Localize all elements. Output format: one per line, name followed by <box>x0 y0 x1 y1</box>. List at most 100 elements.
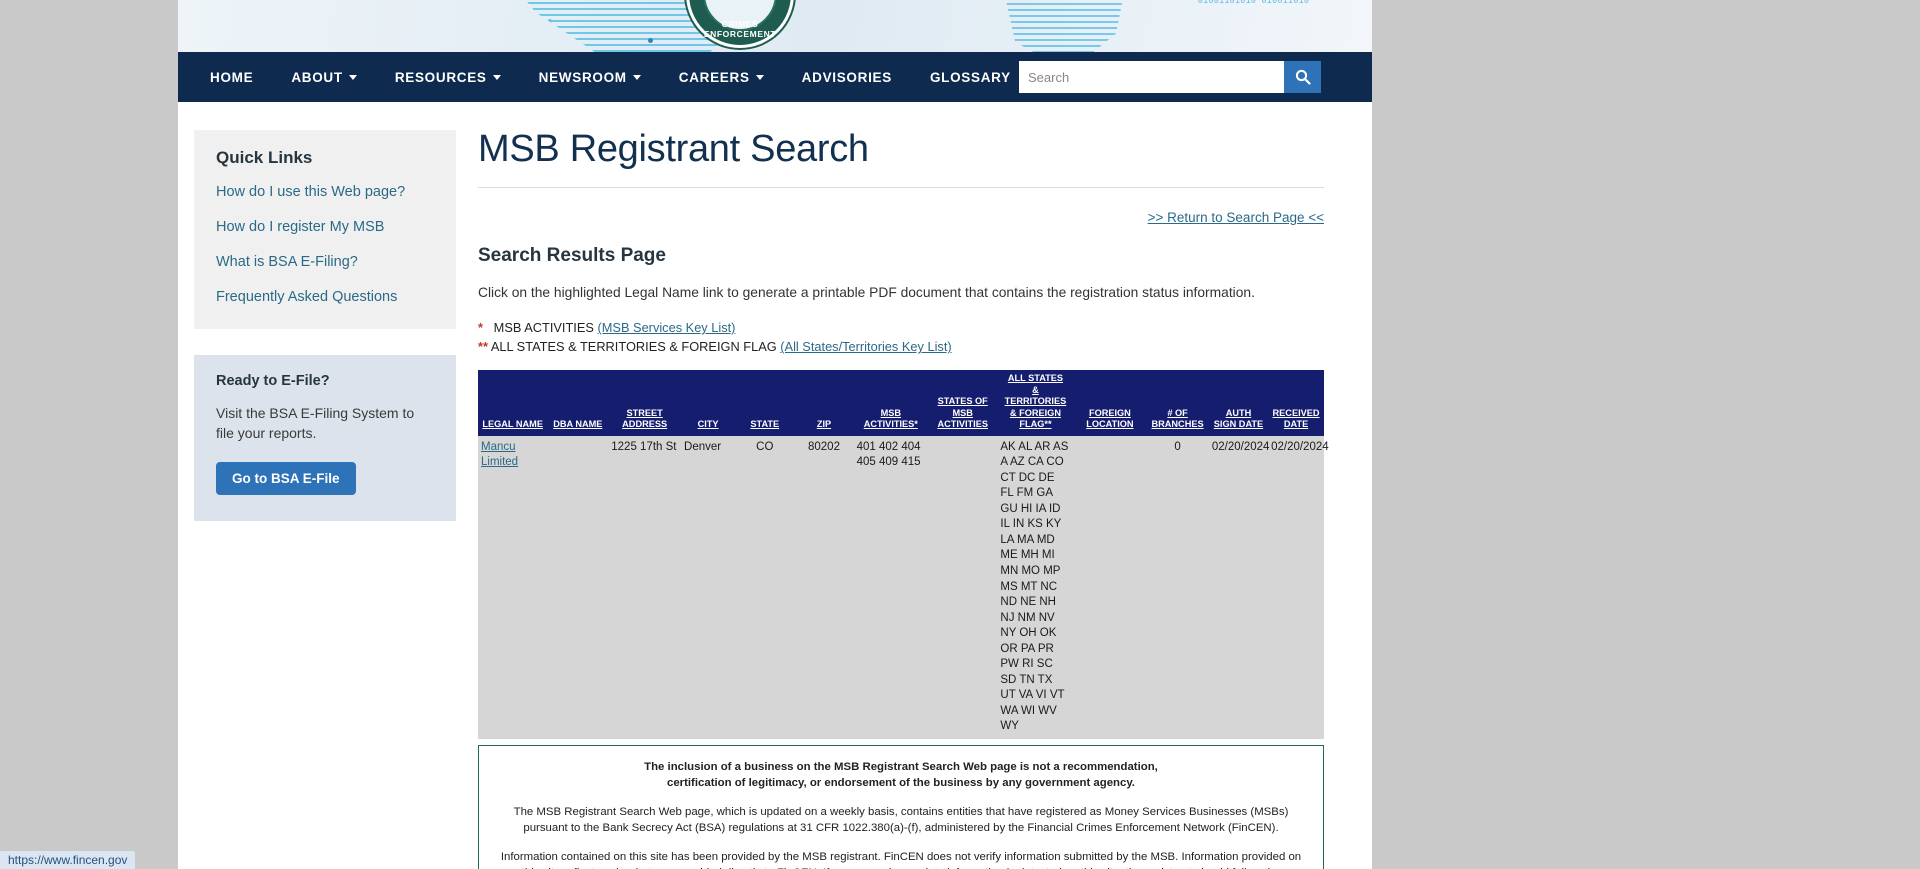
cell-dba-name <box>547 435 609 739</box>
col-msb-activities[interactable]: MSB ACTIVITIES* <box>853 370 929 436</box>
chevron-down-icon <box>632 74 641 80</box>
col-foreign-location-line2: LOCATION <box>1086 419 1134 430</box>
col-num-branches-line1: # OF <box>1167 407 1188 418</box>
sidebar-item-use-web-page[interactable]: How do I use this Web page? <box>216 184 434 200</box>
chevron-down-icon <box>348 74 357 80</box>
col-num-branches[interactable]: # OF BRANCHES <box>1146 370 1209 436</box>
search-input[interactable] <box>1019 61 1284 93</box>
banner-map-graphic-secondary <box>1004 0 1125 52</box>
fincen-seal-label: CRIMES ENFORCEMENT <box>703 19 777 39</box>
double-asterisk-marker: ** <box>478 339 488 355</box>
results-table: LEGAL NAME DBA NAME STREET ADDRESS CITY … <box>478 370 1329 739</box>
col-states-of-msb-line3: ACTIVITIES <box>937 419 988 430</box>
sidebar-item-what-is-bsa-efiling[interactable]: What is BSA E-Filing? <box>216 254 434 270</box>
col-received-date-line1: RECEIVED <box>1272 407 1320 418</box>
msb-services-key-list-link[interactable]: (MSB Services Key List) <box>597 320 735 335</box>
sidebar-item-faq[interactable]: Frequently Asked Questions <box>216 289 434 305</box>
col-all-states-line3: TERRITORIES <box>1004 396 1067 407</box>
site-search <box>1019 61 1321 93</box>
chevron-down-icon <box>755 74 764 80</box>
disclaimer-title: The inclusion of a business on the MSB R… <box>499 759 1303 792</box>
col-received-date[interactable]: RECEIVED DATE <box>1268 370 1324 436</box>
cell-auth-sign-date: 02/20/2024 <box>1208 435 1269 739</box>
cell-foreign-location <box>1073 435 1147 739</box>
all-states-key-label: ALL STATES & TERRITORIES & FOREIGN FLAG <box>490 339 777 355</box>
nav-item-advisories[interactable]: ADVISORIES <box>802 70 892 85</box>
key-legend: * MSB ACTIVITIES (MSB Services Key List)… <box>478 318 1324 356</box>
all-states-key-list-link[interactable]: (All States/Territories Key List) <box>780 339 951 354</box>
col-received-date-line2: DATE <box>1283 419 1309 430</box>
return-to-search-page-link[interactable]: >> Return to Search Page << <box>478 210 1324 225</box>
chevron-down-icon <box>492 74 501 80</box>
col-city-line1: CITY <box>697 419 719 430</box>
col-state[interactable]: STATE <box>735 370 795 436</box>
col-street-address-line1: STREET <box>626 407 663 418</box>
col-legal-name[interactable]: LEGAL NAME <box>478 370 548 436</box>
nav-item-home[interactable]: HOME <box>210 70 253 85</box>
cell-city: Denver <box>681 435 736 739</box>
search-icon <box>1295 69 1311 85</box>
quick-links-title: Quick Links <box>216 148 313 167</box>
nav-item-resources-label: RESOURCES <box>394 69 487 85</box>
cell-num-branches: 0 <box>1146 435 1209 739</box>
page-title: MSB Registrant Search <box>478 128 869 170</box>
col-dba-name-line1: DBA NAME <box>553 419 603 430</box>
col-all-states-line4: & FOREIGN <box>1009 407 1061 418</box>
col-all-states-line2: & <box>1032 384 1039 395</box>
quick-links-card: Quick Links How do I use this Web page? … <box>194 130 456 329</box>
efile-card: Ready to E-File? Visit the BSA E-Filing … <box>194 355 456 521</box>
nav-item-newsroom[interactable]: NEWSROOM <box>539 70 641 85</box>
disclaimer-paragraph-1: The MSB Registrant Search Web page, whic… <box>513 805 1289 835</box>
site-banner: 0000011 010001 CRIMES ENFORCEMENT 010011… <box>178 0 1372 52</box>
msb-activities-key-label: MSB ACTIVITIES <box>493 320 594 335</box>
disclaimer-title-line2: certification of legitimacy, or endorsem… <box>667 777 1135 790</box>
page-root: 0000011 010001 CRIMES ENFORCEMENT 010011… <box>0 0 1920 869</box>
col-foreign-location-line1: FOREIGN <box>1088 407 1131 418</box>
col-all-states-territories-foreign-flag[interactable]: ALL STATES & TERRITORIES & FOREIGN FLAG*… <box>997 370 1074 436</box>
col-state-line1: STATE <box>750 419 780 430</box>
cell-state: CO <box>735 435 795 739</box>
results-intro-text: Click on the highlighted Legal Name link… <box>478 285 1255 300</box>
search-button[interactable] <box>1284 61 1321 93</box>
disclaimer-paragraph-2: Information contained on this site has b… <box>500 850 1302 869</box>
main-navigation: HOME ABOUT RESOURCES NEWSROOM CAREERS AD… <box>178 52 1372 102</box>
results-header-row: LEGAL NAME DBA NAME STREET ADDRESS CITY … <box>478 370 1324 436</box>
cell-street-address: 1225 17th St <box>608 435 682 739</box>
results-table-body: Mancu Limited 1225 17th St Denver CO 802… <box>478 435 1329 739</box>
col-city[interactable]: CITY <box>681 370 736 436</box>
go-to-bsa-efile-button[interactable]: Go to BSA E-File <box>216 461 356 495</box>
col-msb-activities-line2: ACTIVITIES* <box>863 419 918 430</box>
col-all-states-line1: ALL STATES <box>1007 373 1064 384</box>
results-table-header: LEGAL NAME DBA NAME STREET ADDRESS CITY … <box>478 370 1324 436</box>
nav-item-about[interactable]: ABOUT <box>291 70 357 85</box>
col-foreign-location[interactable]: FOREIGN LOCATION <box>1073 370 1147 436</box>
col-street-address[interactable]: STREET ADDRESS <box>608 370 682 436</box>
nav-item-advisories-label: ADVISORIES <box>801 69 892 85</box>
legal-name-link[interactable]: Mancu Limited <box>481 441 518 469</box>
nav-item-glossary-label: GLOSSARY <box>929 69 1011 85</box>
col-states-of-msb-line2: MSB <box>952 407 973 418</box>
cell-states-of-msb-activities <box>928 435 998 739</box>
efile-card-title: Ready to E-File? <box>216 373 330 389</box>
col-dba-name[interactable]: DBA NAME <box>547 370 609 436</box>
col-legal-name-line1: LEGAL NAME <box>482 419 543 430</box>
nav-item-careers[interactable]: CAREERS <box>679 70 764 85</box>
nav-item-home-label: HOME <box>210 69 254 85</box>
site-viewport: 0000011 010001 CRIMES ENFORCEMENT 010011… <box>178 0 1372 869</box>
single-asterisk-marker: * <box>478 320 483 335</box>
sidebar: Quick Links How do I use this Web page? … <box>178 102 456 869</box>
sidebar-item-register-msb[interactable]: How do I register My MSB <box>216 219 434 235</box>
cell-msb-activities: 401 402 404 405 409 415 <box>853 435 929 739</box>
col-zip[interactable]: ZIP <box>794 370 854 436</box>
col-auth-sign-date-line1: AUTH <box>1225 407 1252 418</box>
nav-item-glossary[interactable]: GLOSSARY <box>930 70 1011 85</box>
col-msb-activities-line1: MSB <box>880 407 902 418</box>
nav-item-newsroom-label: NEWSROOM <box>538 69 627 85</box>
search-results-heading: Search Results Page <box>478 245 666 266</box>
col-auth-sign-date[interactable]: AUTH SIGN DATE <box>1208 370 1269 436</box>
col-auth-sign-date-line2: SIGN DATE <box>1213 419 1264 430</box>
nav-item-resources[interactable]: RESOURCES <box>395 70 501 85</box>
col-states-of-msb-activities[interactable]: STATES OF MSB ACTIVITIES <box>928 370 998 436</box>
nav-item-about-label: ABOUT <box>291 69 343 85</box>
page-content: Quick Links How do I use this Web page? … <box>178 102 1372 869</box>
